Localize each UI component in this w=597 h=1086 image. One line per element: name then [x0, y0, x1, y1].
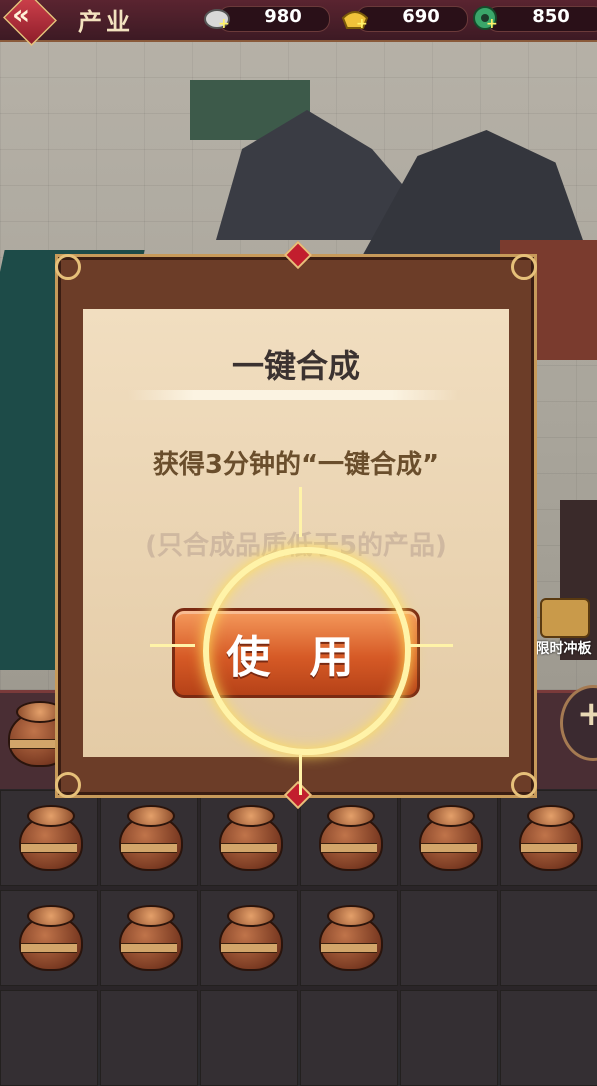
featured-slot[interactable]	[0, 693, 72, 787]
event-label: 限时冲板	[535, 641, 592, 657]
add-icon: +	[486, 16, 498, 32]
inventory-slot[interactable]	[200, 790, 298, 886]
inventory-slot[interactable]	[300, 790, 398, 886]
inventory-slot-empty[interactable]	[200, 990, 298, 1086]
resource-value: 690	[402, 6, 440, 27]
inventory-slot[interactable]	[0, 790, 98, 886]
top-bar: « 产业 + 980 + 690 + 850	[0, 0, 597, 46]
resource-value: 980	[264, 6, 302, 27]
inventory-slot[interactable]	[500, 790, 597, 886]
jar-icon	[313, 803, 385, 871]
jar-icon	[113, 903, 185, 971]
inventory-slot[interactable]	[200, 890, 298, 986]
jar-icon	[113, 803, 185, 871]
corner-ornament	[55, 772, 81, 798]
treasure-chest-icon	[540, 598, 590, 638]
one-click-merge-dialog: 一键合成 获得3分钟的“一键合成” (只合成品质低于5的产品) 使 用	[55, 240, 537, 810]
back-arrow-icon: «	[12, 0, 31, 31]
jar-icon	[213, 803, 285, 871]
page-title: 产业	[78, 7, 134, 36]
plus-icon: +	[577, 694, 597, 734]
jar-icon	[213, 903, 285, 971]
dialog-description: 获得3分钟的“一键合成”	[152, 450, 440, 480]
inventory-slot[interactable]	[100, 890, 198, 986]
corner-ornament	[511, 254, 537, 280]
jar-icon	[313, 903, 385, 971]
inventory-slot[interactable]	[400, 790, 498, 886]
inventory-slot-empty[interactable]	[300, 990, 398, 1086]
jar-icon	[413, 803, 485, 871]
inventory-slot[interactable]	[100, 790, 198, 886]
corner-ornament	[55, 254, 81, 280]
inventory-slot-empty[interactable]	[400, 890, 498, 986]
inventory-slot-empty[interactable]	[500, 890, 597, 986]
jar-icon	[513, 803, 585, 871]
add-icon: +	[218, 16, 230, 32]
inventory-slot-empty[interactable]	[500, 990, 597, 1086]
jar-icon	[13, 803, 85, 871]
resource-value: 850	[532, 6, 570, 27]
inventory-slot[interactable]	[300, 890, 398, 986]
inventory-slot-empty[interactable]	[0, 990, 98, 1086]
use-button-label: 使 用	[226, 632, 366, 683]
divider	[128, 390, 458, 400]
jar-icon	[13, 903, 85, 971]
inventory-slot-empty[interactable]	[400, 990, 498, 1086]
dialog-title: 一键合成	[231, 347, 360, 385]
use-button[interactable]: 使 用	[172, 608, 420, 698]
inventory-slot-empty[interactable]	[100, 990, 198, 1086]
inventory-slot[interactable]	[0, 890, 98, 986]
corner-ornament	[511, 772, 537, 798]
dialog-note: (只合成品质低于5的产品)	[145, 531, 447, 561]
add-icon: +	[356, 16, 368, 32]
add-slot-button[interactable]: +	[560, 685, 597, 761]
limited-time-event[interactable]: 限时冲板	[530, 598, 597, 662]
